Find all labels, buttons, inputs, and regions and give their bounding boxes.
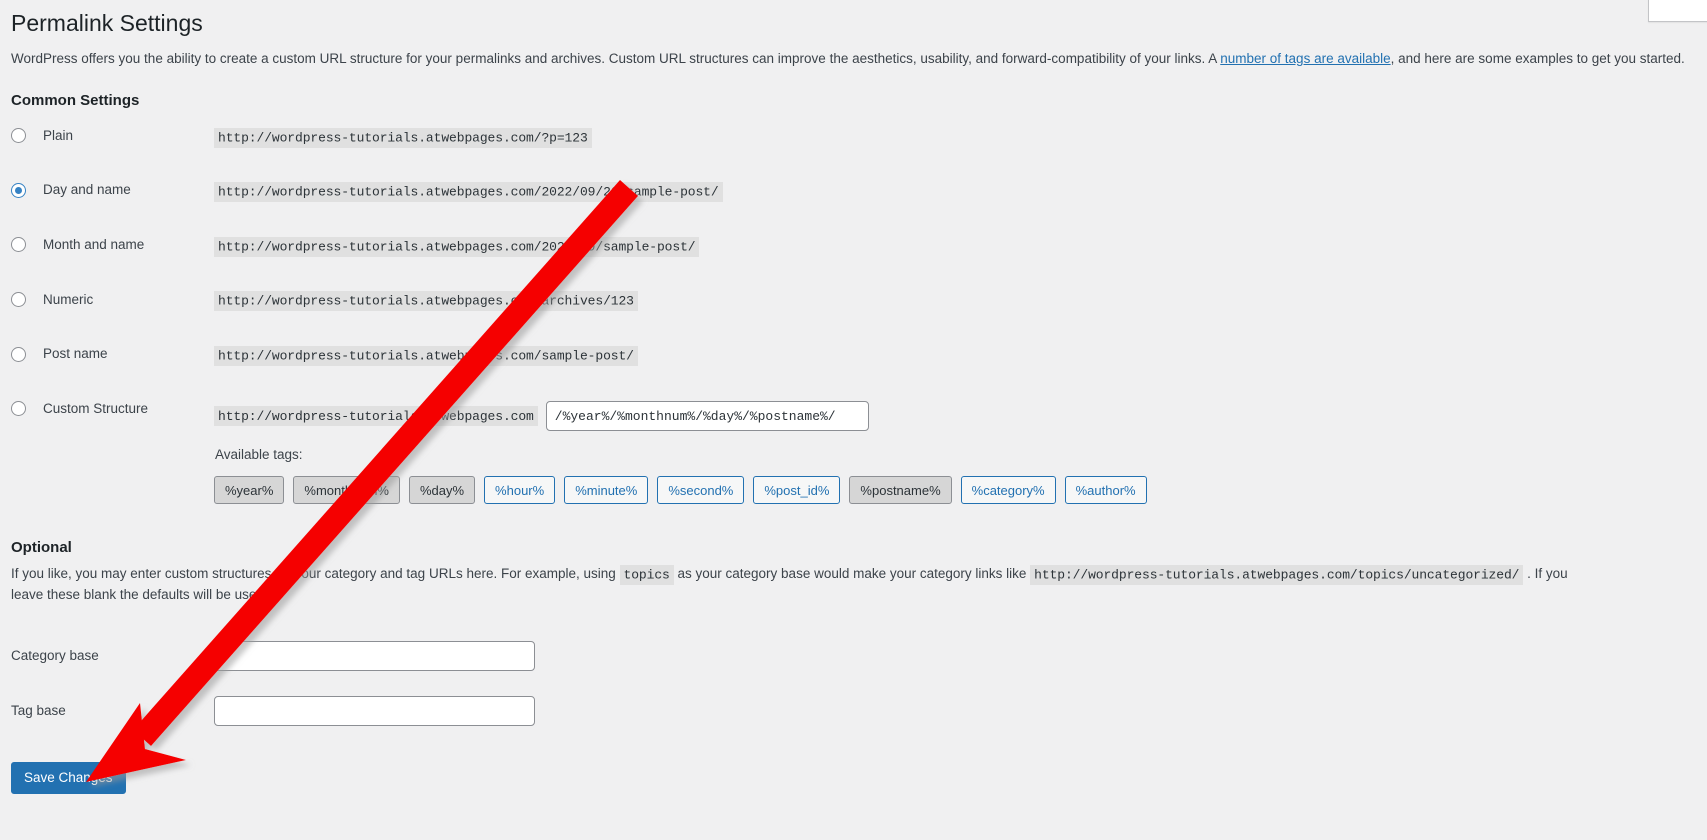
radio-option-custom-structure[interactable]: Custom Structure (11, 400, 149, 417)
available-tags-link[interactable]: number of tags are available (1220, 51, 1390, 66)
tag-button-day[interactable]: %day% (408, 476, 476, 505)
tag-button-post-id[interactable]: %post_id% (753, 476, 841, 505)
available-tags-list: %year% %monthnum% %day% %hour% %minute% … (214, 476, 1551, 505)
tag-button-year[interactable]: %year% (214, 476, 285, 505)
radio-icon-day-and-name[interactable] (11, 182, 26, 198)
radio-icon-plain[interactable] (11, 128, 26, 144)
category-base-label: Category base (11, 648, 99, 664)
content-wrap: Permalink Settings WordPress offers you … (11, 0, 1707, 795)
page-intro: WordPress offers you the ability to crea… (11, 49, 1707, 71)
intro-text-after: , and here are some examples to get you … (1390, 50, 1685, 66)
radio-label-numeric: Numeric (43, 291, 94, 307)
radio-label-day-and-name: Day and name (43, 182, 131, 198)
radio-label-plain: Plain (43, 127, 74, 143)
radio-label-month-and-name: Month and name (43, 237, 145, 253)
permalink-option-row-plain: Plain http://wordpress-tutorials.atwebpa… (11, 123, 1551, 178)
optional-desc-code-url: http://wordpress-tutorials.atwebpages.co… (1030, 564, 1524, 585)
custom-structure-input[interactable] (545, 401, 869, 432)
tag-button-monthnum[interactable]: %monthnum% (293, 476, 400, 505)
radio-option-numeric[interactable]: Numeric (11, 291, 94, 307)
radio-icon-post-name[interactable] (11, 346, 26, 362)
radio-icon-numeric[interactable] (11, 291, 26, 307)
permalink-example-month-and-name: http://wordpress-tutorials.atwebpages.co… (214, 236, 700, 257)
custom-structure-base-url: http://wordpress-tutorials.atwebpages.co… (214, 406, 538, 427)
submit-area: Save Changes (11, 738, 1707, 795)
tag-base-row: Tag base (11, 683, 535, 738)
permalink-option-row-month-and-name: Month and name http://wordpress-tutorial… (11, 232, 1551, 287)
permalink-option-row-post-name: Post name http://wordpress-tutorials.atw… (11, 342, 1551, 397)
tag-button-minute[interactable]: %minute% (564, 476, 649, 505)
optional-heading: Optional (11, 539, 72, 557)
permalink-option-row-numeric: Numeric http://wordpress-tutorials.atweb… (11, 287, 1551, 342)
tag-button-category[interactable]: %category% (960, 476, 1056, 505)
category-base-row: Category base (11, 628, 535, 683)
permalink-settings-page: Permalink Settings WordPress offers you … (0, 0, 1707, 840)
optional-desc-code-topics: topics (619, 564, 674, 585)
permalink-example-plain: http://wordpress-tutorials.atwebpages.co… (214, 127, 592, 148)
permalink-example-numeric: http://wordpress-tutorials.atwebpages.co… (214, 291, 638, 312)
optional-description: If you like, you may enter custom struct… (11, 562, 1571, 606)
category-base-input[interactable] (214, 640, 535, 671)
radio-label-custom-structure: Custom Structure (43, 400, 149, 416)
optional-settings-table: Category base Tag base (11, 628, 535, 738)
page-title: Permalink Settings (11, 10, 203, 36)
optional-desc-part2: as your category base would make your ca… (673, 566, 1031, 582)
optional-desc-part1: If you like, you may enter custom struct… (11, 566, 620, 582)
tag-button-author[interactable]: %author% (1064, 476, 1147, 505)
tag-button-hour[interactable]: %hour% (484, 476, 556, 505)
tag-button-postname[interactable]: %postname% (849, 476, 952, 505)
permalink-option-row-custom-structure: Custom Structure http://wordpress-tutori… (11, 396, 1551, 505)
radio-option-plain[interactable]: Plain (11, 127, 74, 144)
common-settings-heading: Common Settings (11, 92, 140, 110)
intro-text-before: WordPress offers you the ability to crea… (11, 50, 1221, 66)
radio-label-post-name: Post name (43, 346, 108, 362)
permalink-example-post-name: http://wordpress-tutorials.atwebpages.co… (214, 346, 638, 367)
permalink-example-day-and-name: http://wordpress-tutorials.atwebpages.co… (214, 182, 723, 203)
radio-option-day-and-name[interactable]: Day and name (11, 182, 131, 198)
radio-option-post-name[interactable]: Post name (11, 346, 108, 362)
radio-icon-month-and-name[interactable] (11, 237, 26, 253)
tag-base-input[interactable] (214, 695, 535, 726)
save-changes-button[interactable]: Save Changes (11, 762, 126, 795)
custom-structure-line: http://wordpress-tutorials.atwebpages.co… (214, 401, 1551, 432)
tag-base-label: Tag base (11, 703, 66, 719)
available-tags-label: Available tags: (215, 447, 303, 463)
tag-button-second[interactable]: %second% (657, 476, 745, 505)
radio-option-month-and-name[interactable]: Month and name (11, 237, 145, 253)
permalink-option-row-day-and-name: Day and name http://wordpress-tutorials.… (11, 178, 1551, 233)
common-settings-table: Plain http://wordpress-tutorials.atwebpa… (11, 123, 1551, 505)
radio-icon-custom-structure[interactable] (11, 401, 26, 417)
